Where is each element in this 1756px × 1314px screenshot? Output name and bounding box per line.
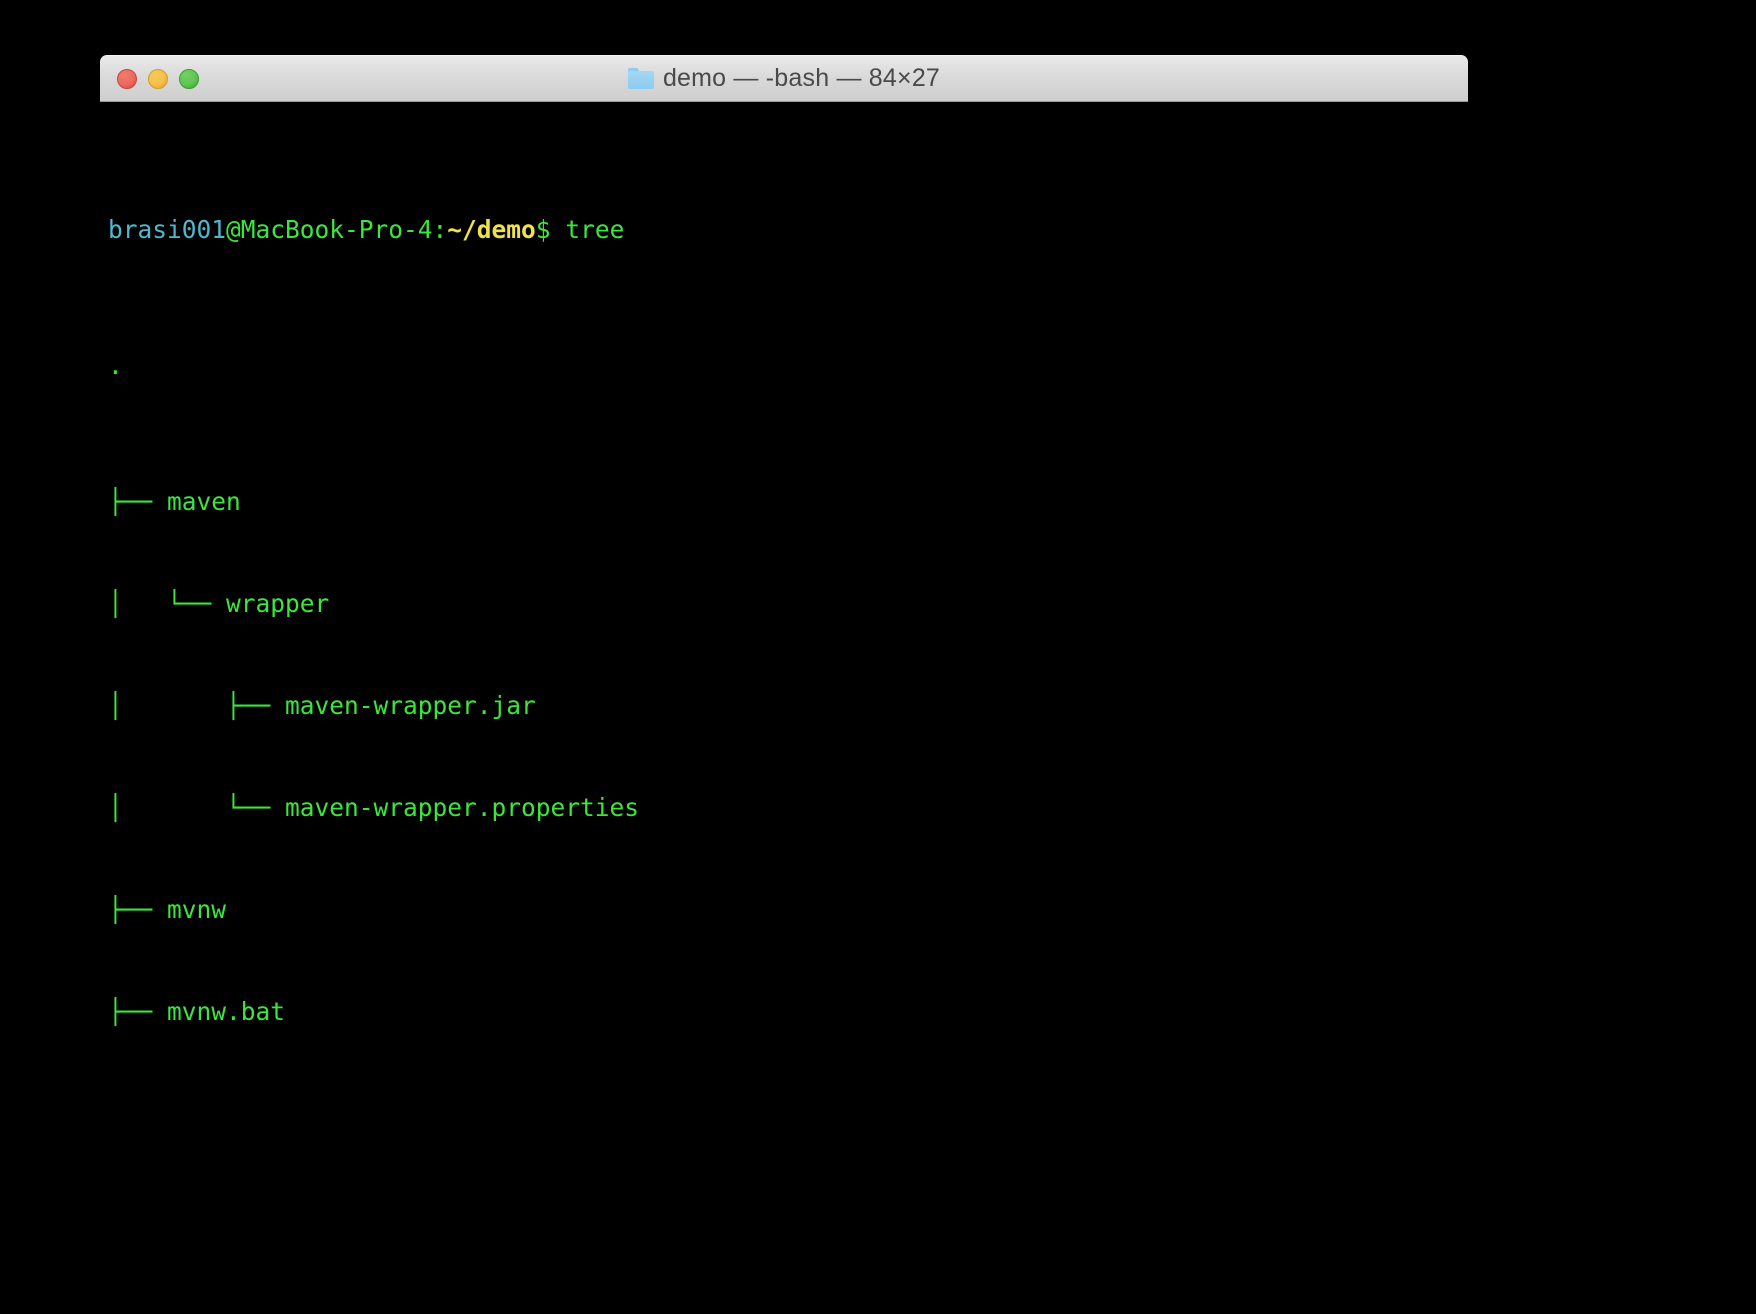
tree-line: │ └── maven-wrapper.properties xyxy=(108,793,640,822)
close-button[interactable] xyxy=(117,68,137,89)
tree-line: ├── maven xyxy=(108,487,241,516)
tree-line: │ ├── maven-wrapper.jar xyxy=(108,691,536,720)
command-text: tree xyxy=(550,215,625,244)
prompt-username: brasi001 xyxy=(108,215,227,244)
window-title: demo — -bash — 84×27 xyxy=(662,64,941,92)
tree-line: ├── mvnw xyxy=(108,895,227,924)
prompt-dollar: $ xyxy=(535,215,551,244)
traffic-light-group xyxy=(117,68,199,89)
prompt-line-command: brasi001@MacBook-Pro-4:~/demo$ tree xyxy=(108,213,1468,247)
zoom-button[interactable] xyxy=(179,68,199,89)
minimize-button[interactable] xyxy=(148,68,168,89)
folder-icon xyxy=(627,68,654,89)
window-titlebar[interactable]: demo — -bash — 84×27 xyxy=(100,55,1468,102)
window-title-group: demo — -bash — 84×27 xyxy=(100,64,1468,93)
terminal-screen[interactable]: brasi001@MacBook-Pro-4:~/demo$ tree . ├─… xyxy=(100,111,1468,1030)
tree-root: . xyxy=(108,351,123,380)
terminal-window[interactable]: demo — -bash — 84×27 brasi001@MacBook-Pr… xyxy=(100,55,1468,1030)
prompt-path: ~/demo xyxy=(447,215,536,244)
tree-line: │ └── wrapper xyxy=(108,589,330,618)
tree-line: ├── mvnw.bat xyxy=(108,997,286,1026)
prompt-hostname: @MacBook-Pro-4: xyxy=(226,215,448,244)
terminal-body[interactable]: brasi001@MacBook-Pro-4:~/demo$ tree . ├─… xyxy=(100,102,1468,1030)
